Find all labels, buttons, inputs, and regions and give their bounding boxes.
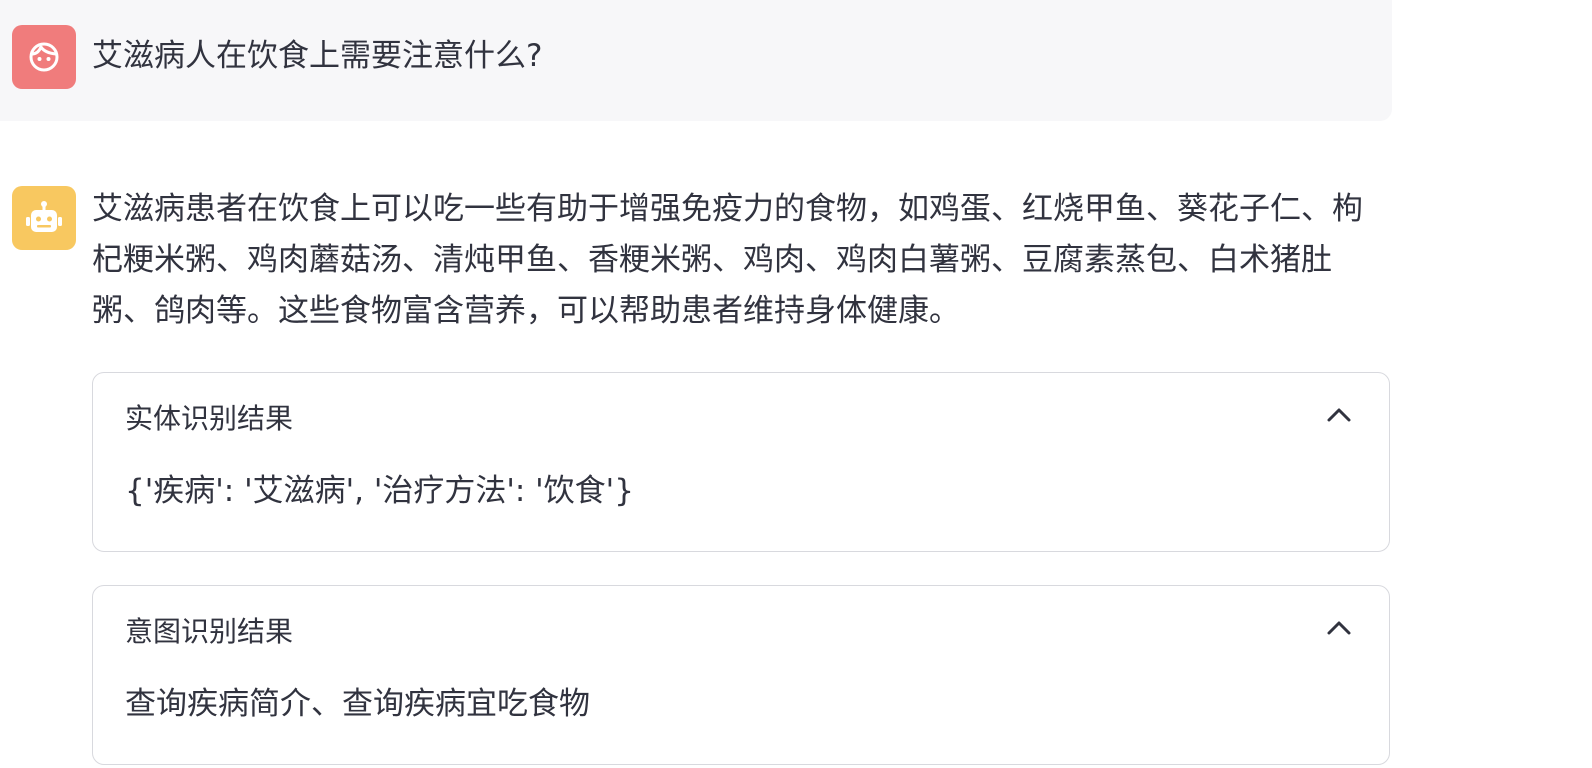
assistant-message-text: 艾滋病患者在饮食上可以吃一些有助于增强免疫力的食物，如鸡蛋、红烧甲鱼、葵花子仁、… (92, 191, 1363, 329)
chat-page: 艾滋病人在饮食上需要注意什么? 艾滋病患者在饮食上可以吃一些有助于增强免疫力的食… (0, 0, 1592, 768)
chevron-up-icon[interactable] (1325, 618, 1353, 638)
intent-expander-content: 查询疾病简介、查询疾病宜吃食物 (125, 686, 590, 722)
user-message-row: 艾滋病人在饮食上需要注意什么? (0, 0, 1392, 121)
entity-expander-title[interactable]: 实体识别结果 (125, 399, 293, 439)
intent-expander-title[interactable]: 意图识别结果 (125, 612, 293, 652)
assistant-avatar (12, 186, 76, 250)
entity-expander-content: {'疾病': '艾滋病', '治疗方法': '饮食'} (125, 473, 634, 509)
entity-recognition-expander[interactable]: 实体识别结果 {'疾病': '艾滋病', '治疗方法': '饮食'} (92, 372, 1390, 552)
robot-icon (26, 201, 62, 232)
intent-recognition-expander[interactable]: 意图识别结果 查询疾病简介、查询疾病宜吃食物 (92, 585, 1390, 765)
user-message-text: 艾滋病人在饮食上需要注意什么? (92, 38, 543, 74)
user-avatar (12, 25, 76, 89)
user-face-icon (29, 42, 59, 72)
chevron-up-icon[interactable] (1325, 405, 1353, 425)
